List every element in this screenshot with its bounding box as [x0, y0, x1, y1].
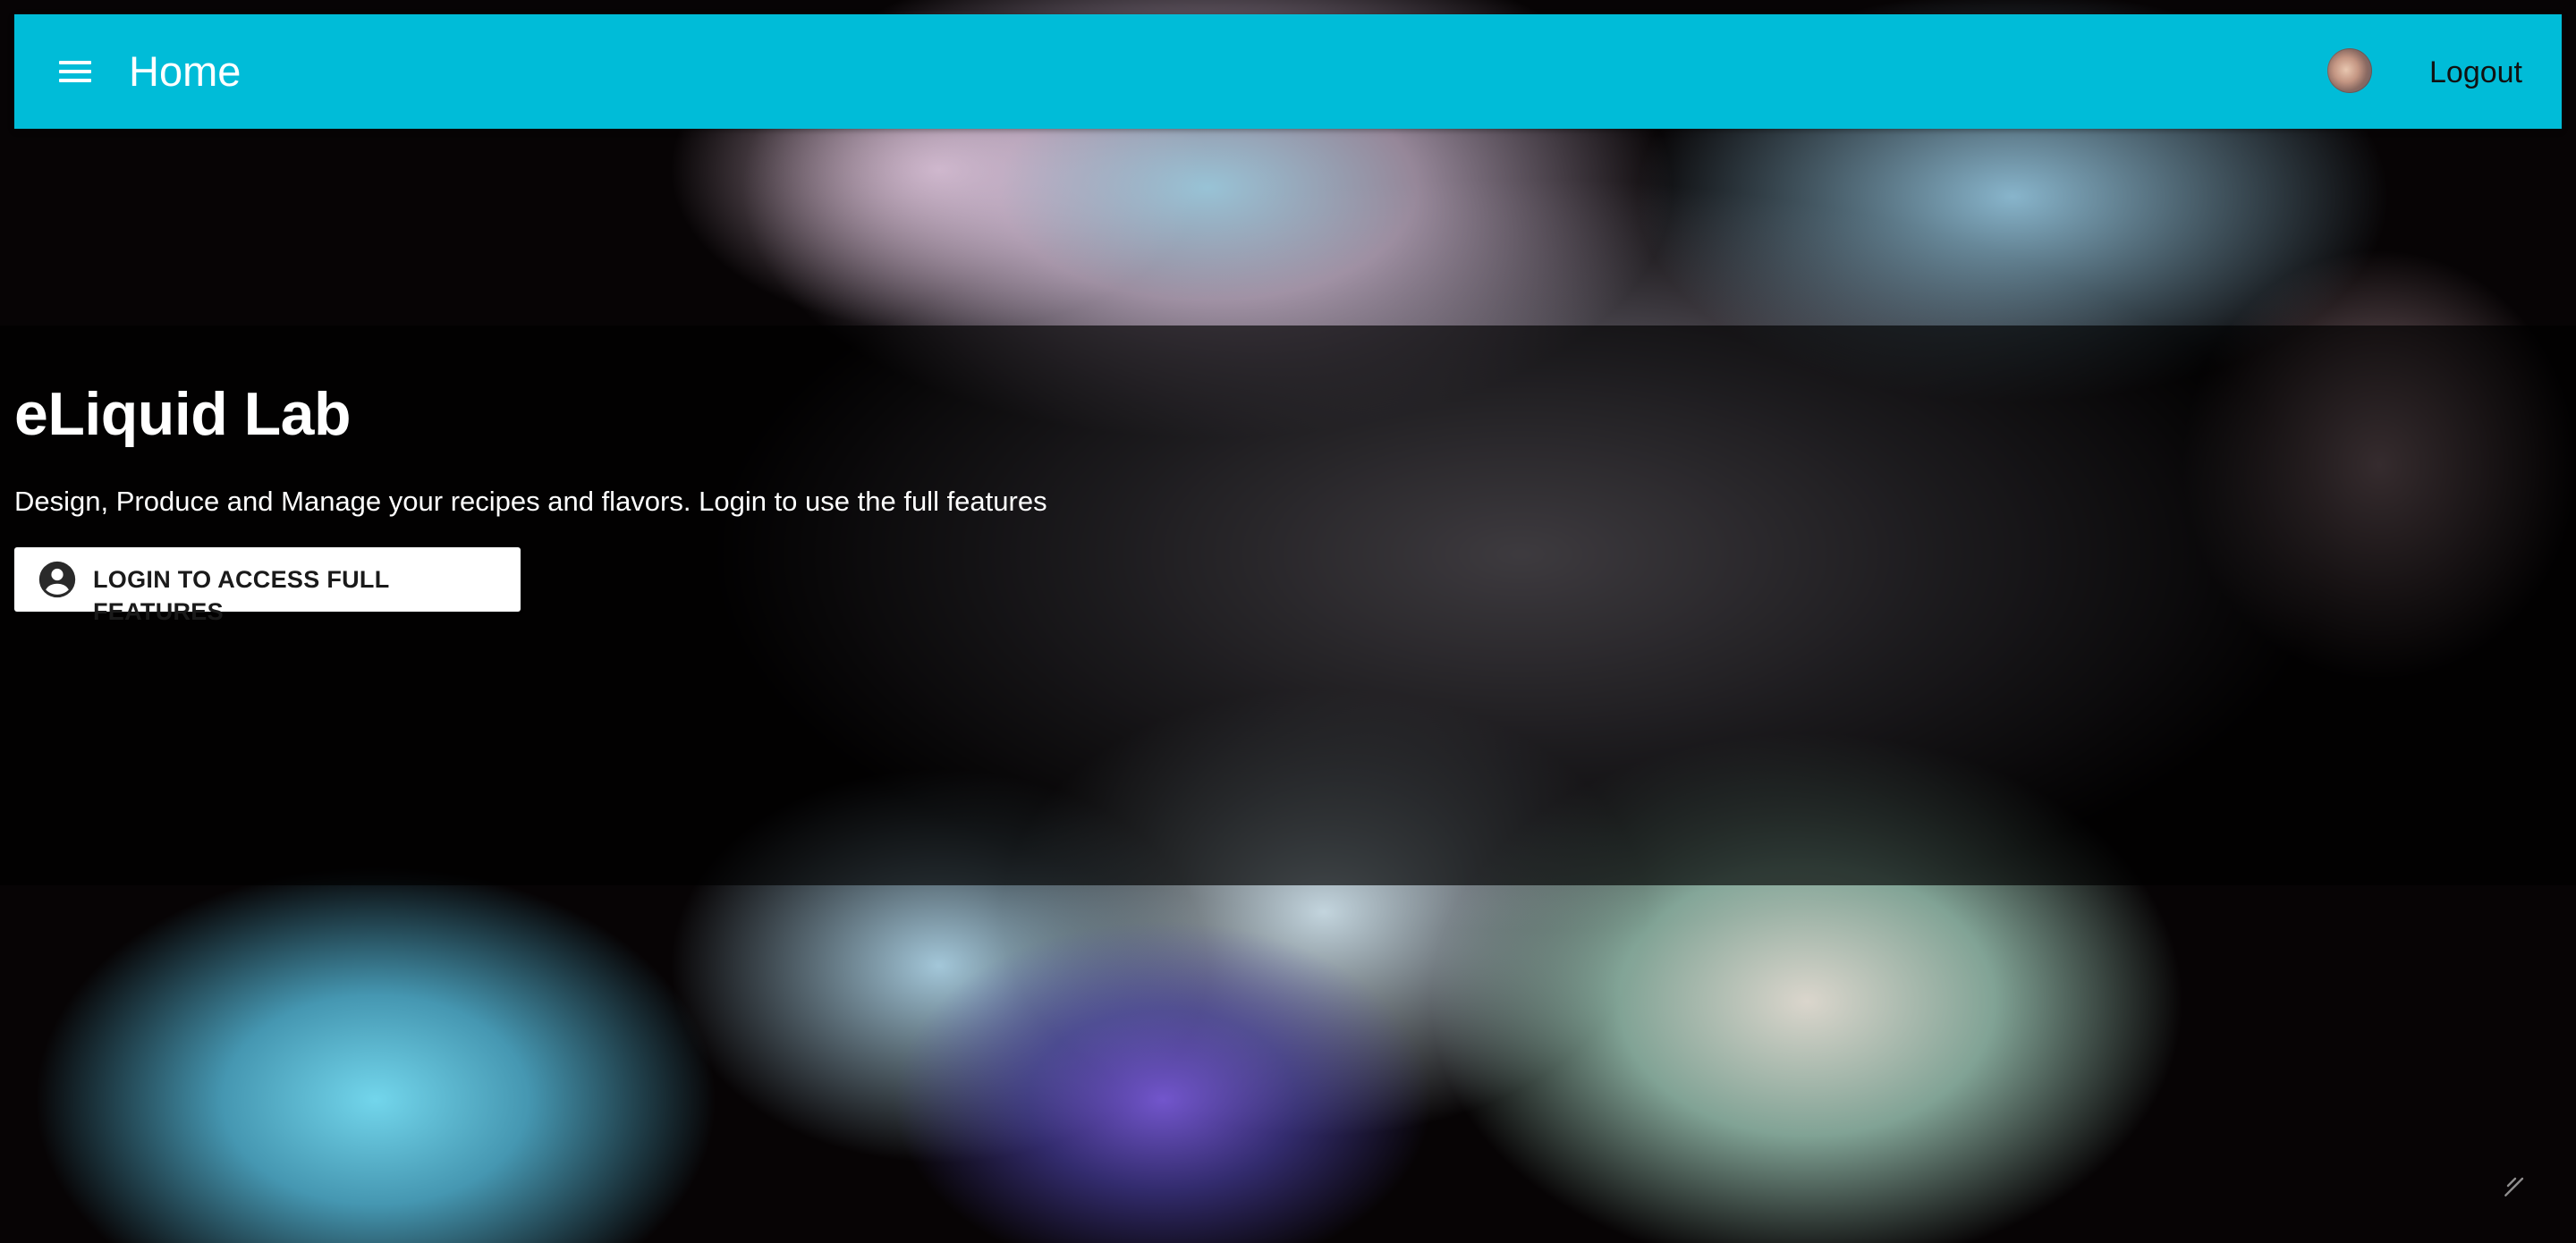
login-button[interactable]: LOGIN TO ACCESS FULL FEATURES	[14, 547, 521, 625]
user-avatar[interactable]	[2327, 48, 2372, 93]
hero-subtitle: Design, Produce and Manage your recipes …	[14, 486, 1047, 517]
feather-icon	[2504, 1177, 2524, 1196]
page-title: Home	[129, 47, 242, 95]
app-bar: Home Logout	[14, 14, 2562, 129]
login-button-label: LOGIN TO ACCESS FULL FEATURES	[93, 566, 390, 625]
logout-button[interactable]: Logout	[2429, 54, 2522, 91]
account-circle-icon	[38, 561, 76, 598]
hero-title: eLiquid Lab	[14, 380, 352, 448]
menu-icon[interactable]	[54, 50, 97, 93]
